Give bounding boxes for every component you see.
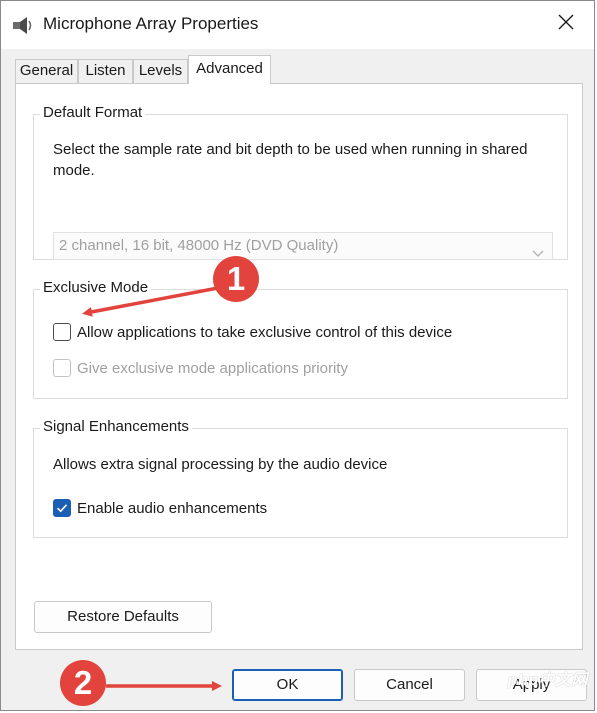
advanced-panel: Default Format Select the sample rate an… bbox=[15, 83, 583, 650]
checkmark-icon bbox=[56, 504, 68, 513]
exclusive-priority-label: Give exclusive mode applications priorit… bbox=[77, 359, 348, 377]
close-button[interactable] bbox=[538, 1, 594, 47]
annotation-marker-1: 1 bbox=[213, 256, 259, 302]
default-format-legend: Default Format bbox=[40, 104, 146, 121]
exclusive-priority-row: Give exclusive mode applications priorit… bbox=[53, 359, 348, 377]
tab-advanced[interactable]: Advanced bbox=[188, 55, 271, 84]
signal-enhancements-description: Allows extra signal processing by the au… bbox=[53, 456, 388, 473]
format-dropdown: 2 channel, 16 bit, 48000 Hz (DVD Quality… bbox=[53, 232, 553, 260]
enable-enhancements-row[interactable]: Enable audio enhancements bbox=[53, 499, 267, 517]
restore-defaults-button[interactable]: Restore Defaults bbox=[34, 601, 212, 633]
tab-general[interactable]: General bbox=[15, 59, 78, 83]
watermark: php中文网 bbox=[507, 672, 588, 689]
chevron-down-icon bbox=[532, 241, 544, 257]
exclusive-mode-legend: Exclusive Mode bbox=[40, 279, 152, 296]
default-format-description: Select the sample rate and bit depth to … bbox=[53, 141, 528, 179]
format-dropdown-value: 2 channel, 16 bit, 48000 Hz (DVD Quality… bbox=[59, 237, 339, 254]
microphone-icon bbox=[11, 15, 35, 35]
signal-enhancements-group: Signal Enhancements Allows extra signal … bbox=[33, 418, 568, 538]
close-icon bbox=[558, 14, 574, 35]
enable-enhancements-checkbox[interactable] bbox=[53, 499, 71, 517]
tab-levels[interactable]: Levels bbox=[133, 59, 188, 83]
annotation-marker-2: 2 bbox=[60, 660, 106, 706]
enable-enhancements-label: Enable audio enhancements bbox=[77, 499, 268, 517]
allow-exclusive-label: Allow applications to take exclusive con… bbox=[77, 323, 453, 341]
allow-exclusive-checkbox[interactable] bbox=[53, 323, 71, 341]
exclusive-priority-checkbox bbox=[53, 359, 71, 377]
exclusive-mode-group: Exclusive Mode Allow applications to tak… bbox=[33, 279, 568, 399]
tab-listen[interactable]: Listen bbox=[78, 59, 133, 83]
title-bar: Microphone Array Properties bbox=[1, 1, 594, 49]
cancel-button[interactable]: Cancel bbox=[354, 669, 465, 701]
default-format-group: Default Format Select the sample rate an… bbox=[33, 104, 568, 260]
window-title: Microphone Array Properties bbox=[43, 14, 259, 33]
signal-enhancements-legend: Signal Enhancements bbox=[40, 418, 192, 435]
allow-exclusive-row[interactable]: Allow applications to take exclusive con… bbox=[53, 323, 452, 341]
properties-dialog: Microphone Array Properties General List… bbox=[0, 0, 595, 711]
ok-button[interactable]: OK bbox=[232, 669, 343, 701]
